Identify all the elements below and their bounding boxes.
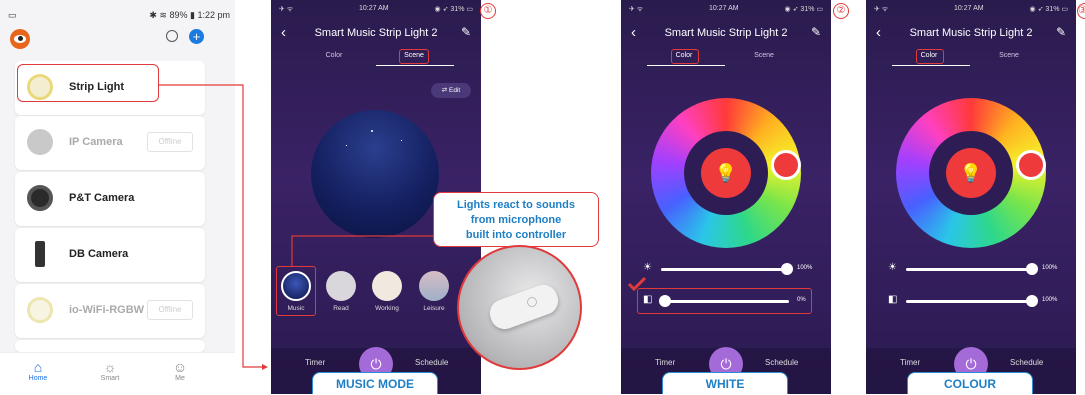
color-wheel[interactable]: 💡 bbox=[896, 98, 1046, 248]
phone-screen-colour: ✈ ᯤ 10:27 AM ◉ ➶ 31% ▭ ‹ Smart Music Str… bbox=[866, 0, 1076, 394]
tab-home[interactable]: ⌂ Home bbox=[8, 359, 68, 382]
caption-white: WHITE bbox=[662, 372, 788, 394]
battery-percent: 89% bbox=[169, 10, 188, 20]
brightness-icon: ☀ bbox=[643, 262, 652, 273]
music-scene-highlight bbox=[276, 266, 316, 316]
tab-indicator bbox=[647, 65, 725, 66]
color-tab-highlight bbox=[671, 49, 699, 64]
home-icon: ⌂ bbox=[33, 359, 43, 375]
tab-color[interactable]: Color bbox=[304, 52, 364, 59]
airplane-icon: ✈ ᯤ bbox=[874, 6, 889, 13]
schedule-button[interactable]: Schedule bbox=[415, 358, 448, 367]
caption-music-mode: MUSIC MODE bbox=[312, 372, 438, 394]
ip-camera-icon bbox=[27, 129, 53, 155]
status-bar: ✈ ᯤ 10:27 AM ◉ ➶ 31% ▭ bbox=[279, 5, 473, 13]
app-logo bbox=[10, 29, 30, 49]
brightness-slider[interactable] bbox=[661, 263, 793, 275]
white-percent: 100% bbox=[1042, 297, 1058, 303]
device-label: P&T Camera bbox=[69, 192, 135, 204]
bulb-icon: 💡 bbox=[946, 148, 996, 198]
doorbell-camera-icon bbox=[35, 241, 45, 267]
scene-label: Read bbox=[333, 305, 349, 312]
timer-button[interactable]: Timer bbox=[305, 358, 325, 367]
edit-pencil-icon[interactable]: ✎ bbox=[1056, 25, 1066, 39]
brightness-percent: 100% bbox=[1042, 265, 1058, 271]
bluetooth-icon: ✱ bbox=[149, 10, 157, 20]
sliders-icon: ⇄ bbox=[441, 87, 448, 94]
edit-pencil-icon[interactable]: ✎ bbox=[461, 25, 471, 39]
schedule-button[interactable]: Schedule bbox=[1010, 358, 1043, 367]
tab-smart[interactable]: ☼ Smart bbox=[80, 359, 140, 382]
image-icon: ▭ bbox=[8, 10, 17, 20]
edit-scenes-button[interactable]: ⇄ Edit bbox=[431, 83, 471, 98]
white-temperature-icon: ◧ bbox=[888, 294, 898, 305]
brightness-icon: ☀ bbox=[888, 262, 897, 273]
rgbw-light-icon bbox=[27, 297, 53, 323]
airplane-icon: ✈ ᯤ bbox=[279, 6, 294, 13]
home-status-bar: ▭ ✱ ≋ 89% ▮ 1:22 pm bbox=[8, 10, 230, 22]
scene-working[interactable] bbox=[372, 271, 402, 301]
scene-label: Working bbox=[375, 305, 399, 312]
connector-arrow bbox=[159, 84, 268, 370]
brightness-slider[interactable] bbox=[906, 263, 1038, 275]
timer-button[interactable]: Timer bbox=[900, 358, 920, 367]
battery-icon: ▮ bbox=[190, 10, 195, 20]
step-number-2: ② bbox=[833, 3, 849, 19]
color-picker-knob[interactable] bbox=[771, 150, 801, 180]
page-title: Smart Music Strip Light 2 bbox=[664, 27, 788, 39]
bulb-icon: 💡 bbox=[701, 148, 751, 198]
brightness-percent: 100% bbox=[797, 265, 813, 271]
microphone-callout: Lights react to sounds from microphone b… bbox=[433, 192, 599, 247]
color-picker-knob[interactable] bbox=[1016, 150, 1046, 180]
airplane-icon: ✈ ᯤ bbox=[629, 6, 644, 13]
page-title: Smart Music Strip Light 2 bbox=[314, 27, 438, 39]
phone-screen-white: ✈ ᯤ 10:27 AM ◉ ➶ 31% ▭ ‹ Smart Music Str… bbox=[621, 0, 831, 394]
color-tab-highlight bbox=[916, 49, 944, 64]
callout-connector bbox=[291, 235, 435, 266]
camera-icon[interactable] bbox=[166, 30, 178, 42]
tab-scene[interactable]: Scene bbox=[979, 52, 1039, 59]
caption-colour: COLOUR bbox=[907, 372, 1033, 394]
sun-icon: ☼ bbox=[103, 359, 117, 375]
device-label: io-WiFi-RGBW bbox=[69, 304, 145, 316]
checkmark-icon bbox=[627, 276, 647, 292]
scene-leisure[interactable] bbox=[419, 271, 449, 301]
page-title: Smart Music Strip Light 2 bbox=[909, 27, 1033, 39]
white-slider[interactable] bbox=[906, 295, 1038, 307]
pt-camera-icon bbox=[27, 185, 53, 211]
add-device-button[interactable]: + bbox=[189, 29, 204, 44]
tab-scene[interactable]: Scene bbox=[734, 52, 794, 59]
schedule-button[interactable]: Schedule bbox=[765, 358, 798, 367]
timer-button[interactable]: Timer bbox=[655, 358, 675, 367]
status-bar: ✈ ᯤ 10:27 AM ◉ ➶ 31% ▭ bbox=[874, 5, 1068, 13]
controller-photo bbox=[457, 245, 582, 370]
step-number-1: ① bbox=[480, 3, 496, 19]
status-time: 1:22 pm bbox=[197, 10, 230, 20]
white-slider-highlight bbox=[637, 288, 812, 314]
scene-label: Leisure bbox=[423, 305, 445, 312]
strip-light-highlight bbox=[17, 64, 159, 102]
status-bar: ✈ ᯤ 10:27 AM ◉ ➶ 31% ▭ bbox=[629, 5, 823, 13]
device-label: DB Camera bbox=[69, 248, 129, 260]
color-wheel[interactable]: 💡 bbox=[651, 98, 801, 248]
edit-pencil-icon[interactable]: ✎ bbox=[811, 25, 821, 39]
scene-read[interactable] bbox=[326, 271, 356, 301]
scene-tab-highlight bbox=[399, 49, 429, 64]
tab-indicator bbox=[376, 65, 454, 66]
step-number-3: ③ bbox=[1077, 3, 1085, 19]
tab-indicator bbox=[892, 65, 970, 66]
device-label: IP Camera bbox=[69, 136, 123, 148]
signal-icon: ≋ bbox=[159, 10, 167, 20]
